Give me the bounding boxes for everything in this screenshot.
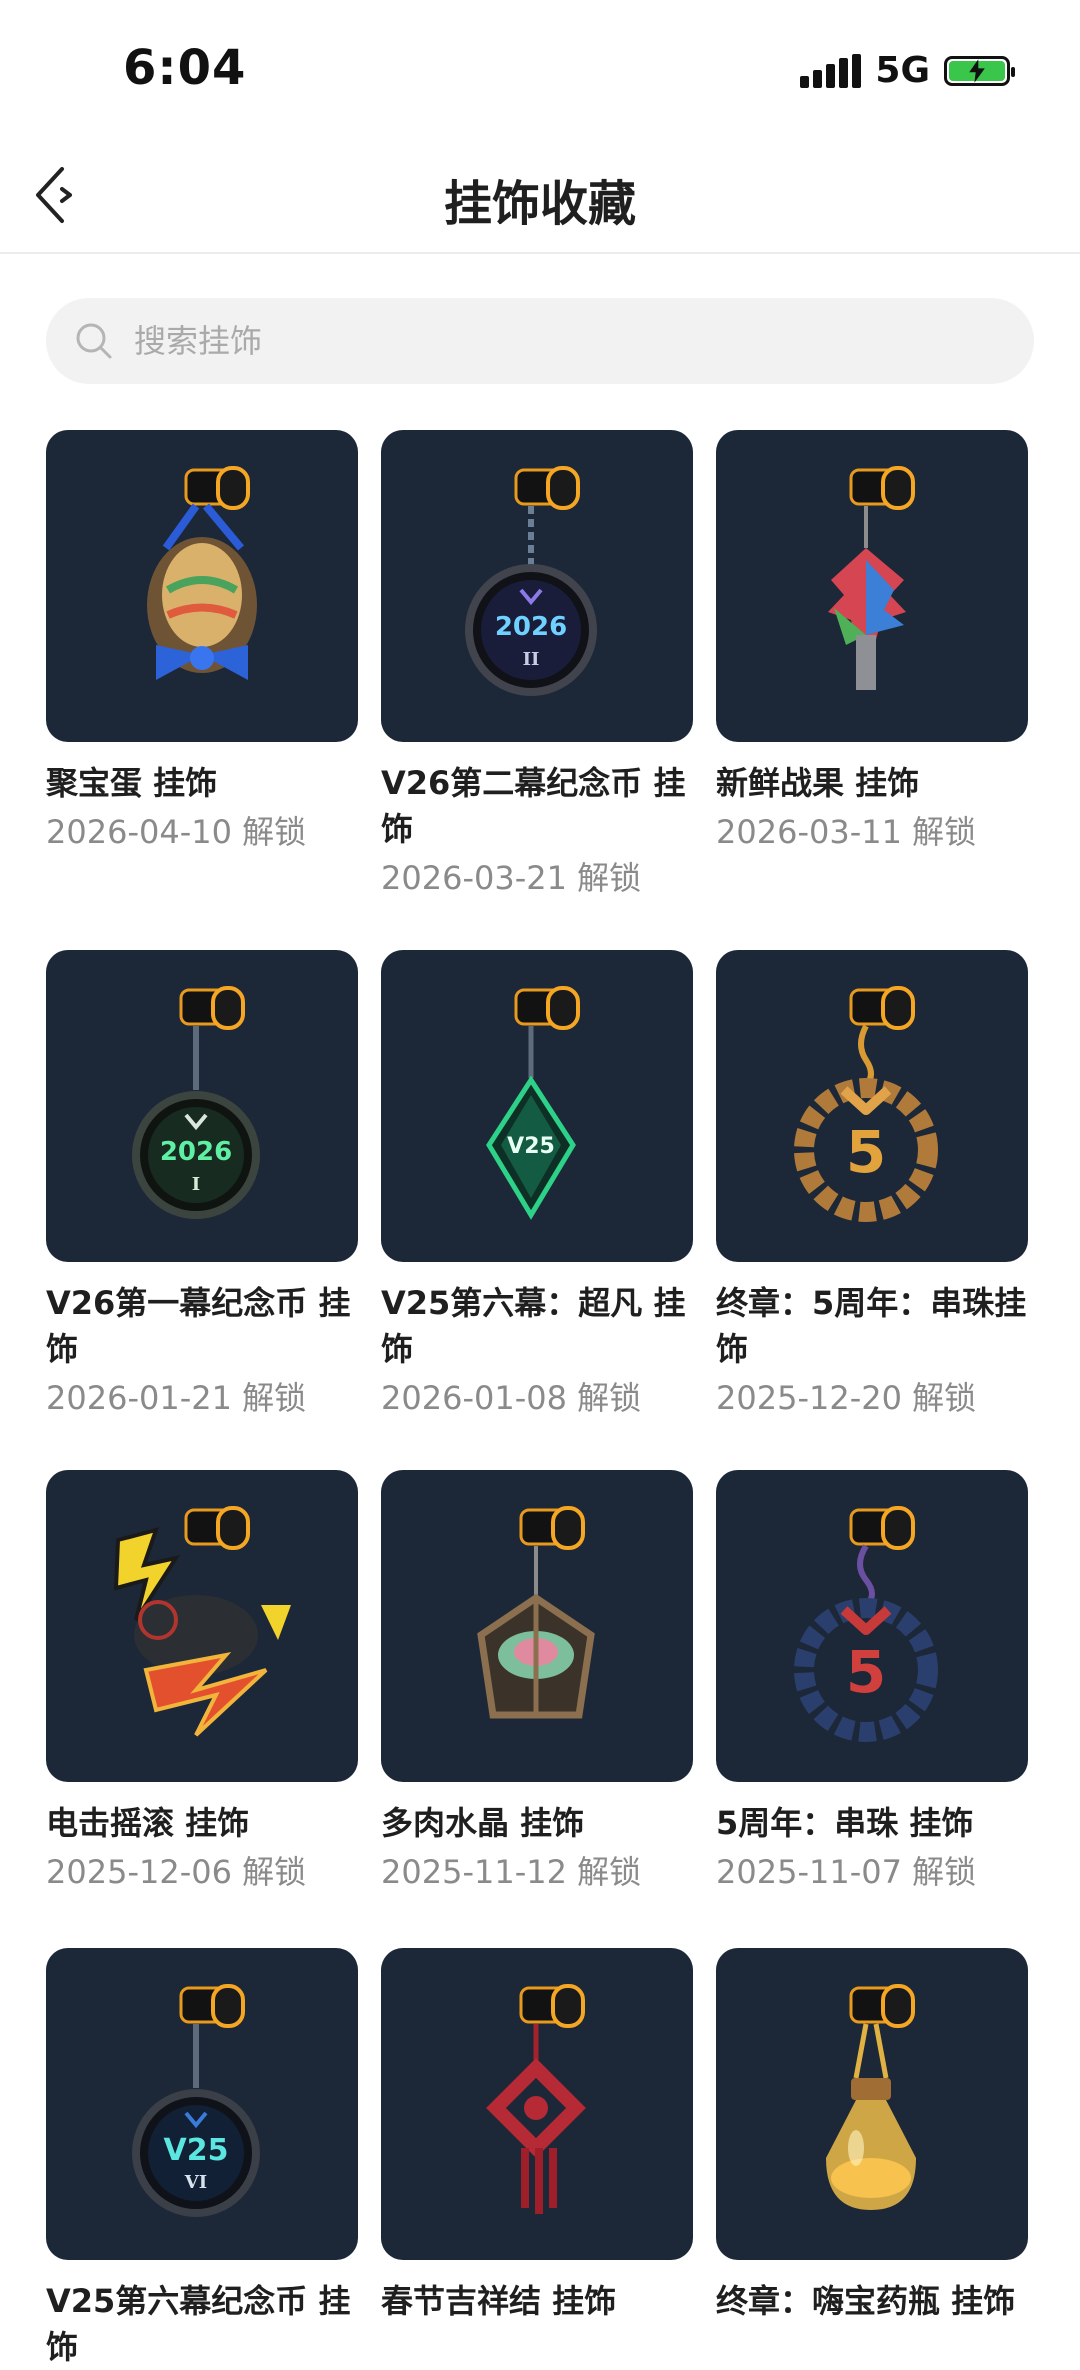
battery-icon: [944, 55, 1015, 86]
svg-text:VI: VI: [184, 2172, 207, 2193]
charm-image-bead-5-red: 5: [716, 1470, 1028, 1782]
charm-image-egg: [46, 430, 358, 742]
status-indicators: 5G: [800, 50, 1015, 91]
charm-name: 聚宝蛋 挂饰: [46, 764, 218, 802]
charm-name: 终章：嗨宝药瓶 挂饰: [716, 2282, 1016, 2320]
charm-name: V26第一幕纪念币 挂饰: [46, 1284, 351, 1368]
charging-bolt-icon: [969, 58, 985, 83]
charm-image-bead-5-gold: 5: [716, 950, 1028, 1262]
search-input[interactable]: [132, 321, 996, 361]
charm-name: V25第六幕：超凡 挂饰: [381, 1284, 686, 1368]
svg-text:2026: 2026: [160, 1137, 232, 1167]
svg-text:5: 5: [846, 1118, 886, 1186]
charm-image-potion: [716, 1948, 1028, 2260]
svg-text:V25: V25: [164, 2133, 229, 2168]
charm-image-succulent: [381, 1470, 693, 1782]
unlock-date: 2026-01-08 解锁: [381, 1379, 642, 1417]
charm-card[interactable]: 终章：嗨宝药瓶 挂饰: [716, 1948, 1028, 2324]
charm-card[interactable]: 春节吉祥结 挂饰: [381, 1948, 693, 2324]
nav-bar: 挂饰收藏: [0, 140, 1080, 254]
charm-card[interactable]: 电击摇滚 挂饰 2025-12-06 解锁: [46, 1470, 358, 1892]
svg-text:II: II: [523, 649, 540, 670]
unlock-date: 2026-03-11 解锁: [716, 813, 977, 851]
charm-image-chinese-knot: [381, 1948, 693, 2260]
svg-text:V25: V25: [507, 1134, 555, 1159]
unlock-date: 2026-04-10 解锁: [46, 813, 307, 851]
charm-card[interactable]: V25 V25第六幕：超凡 挂饰 2026-01-08 解锁: [381, 950, 693, 1418]
charm-card[interactable]: 新鲜战果 挂饰 2026-03-11 解锁: [716, 430, 1028, 852]
search-icon: [76, 323, 112, 359]
charm-card[interactable]: 2026 II V26第二幕纪念币 挂饰 2026-03-21 解锁: [381, 430, 693, 898]
unlock-date: 2025-11-12 解锁: [381, 1853, 642, 1891]
status-time: 6:04: [123, 40, 247, 96]
unlock-date: 2025-11-07 解锁: [716, 1853, 977, 1891]
unlock-date: 2026-01-21 解锁: [46, 1379, 307, 1417]
charm-name: 春节吉祥结 挂饰: [381, 2282, 617, 2320]
charm-name: V26第二幕纪念币 挂饰: [381, 764, 686, 848]
svg-text:2026: 2026: [495, 612, 567, 642]
charm-image-fruit: [716, 430, 1028, 742]
charm-name: 新鲜战果 挂饰: [716, 764, 920, 802]
charm-card[interactable]: 5 终章：5周年：串珠挂饰 2025-12-20 解锁: [716, 950, 1028, 1418]
charm-name: 5周年：串珠 挂饰: [716, 1804, 974, 1842]
charm-image-v25-diamond: V25: [381, 950, 693, 1262]
unlock-date: 2025-12-20 解锁: [716, 1379, 977, 1417]
charm-image-coin-v25-vi: V25 VI: [46, 1948, 358, 2260]
charm-name: 多肉水晶 挂饰: [381, 1804, 585, 1842]
charm-image-coin-2026-ii: 2026 II: [381, 430, 693, 742]
unlock-date: 2025-12-06 解锁: [46, 1853, 307, 1891]
charm-image-coin-2026-i: 2026 I: [46, 950, 358, 1262]
charm-card[interactable]: 2026 I V26第一幕纪念币 挂饰 2026-01-21 解锁: [46, 950, 358, 1418]
charm-name: V25第六幕纪念币 挂饰: [46, 2282, 351, 2366]
charm-card[interactable]: V25 VI V25第六幕纪念币 挂饰: [46, 1948, 358, 2370]
charm-name: 终章：5周年：串珠挂饰: [716, 1284, 1027, 1368]
signal-icon: [800, 53, 862, 88]
charm-card[interactable]: 聚宝蛋 挂饰 2026-04-10 解锁: [46, 430, 358, 852]
svg-text:5: 5: [846, 1638, 886, 1706]
unlock-date: 2026-03-21 解锁: [381, 859, 642, 897]
page-title: 挂饰收藏: [443, 176, 636, 232]
charm-name: 电击摇滚 挂饰: [46, 1804, 250, 1842]
status-bar: 6:04 5G: [0, 0, 1080, 140]
charm-image-electric-rock: [46, 1470, 358, 1782]
search-bar[interactable]: [46, 298, 1034, 384]
network-type: 5G: [875, 50, 930, 91]
svg-text:I: I: [192, 1174, 200, 1195]
charm-card[interactable]: 5 5周年：串珠 挂饰 2025-11-07 解锁: [716, 1470, 1028, 1892]
charm-card[interactable]: 多肉水晶 挂饰 2025-11-12 解锁: [381, 1470, 693, 1892]
